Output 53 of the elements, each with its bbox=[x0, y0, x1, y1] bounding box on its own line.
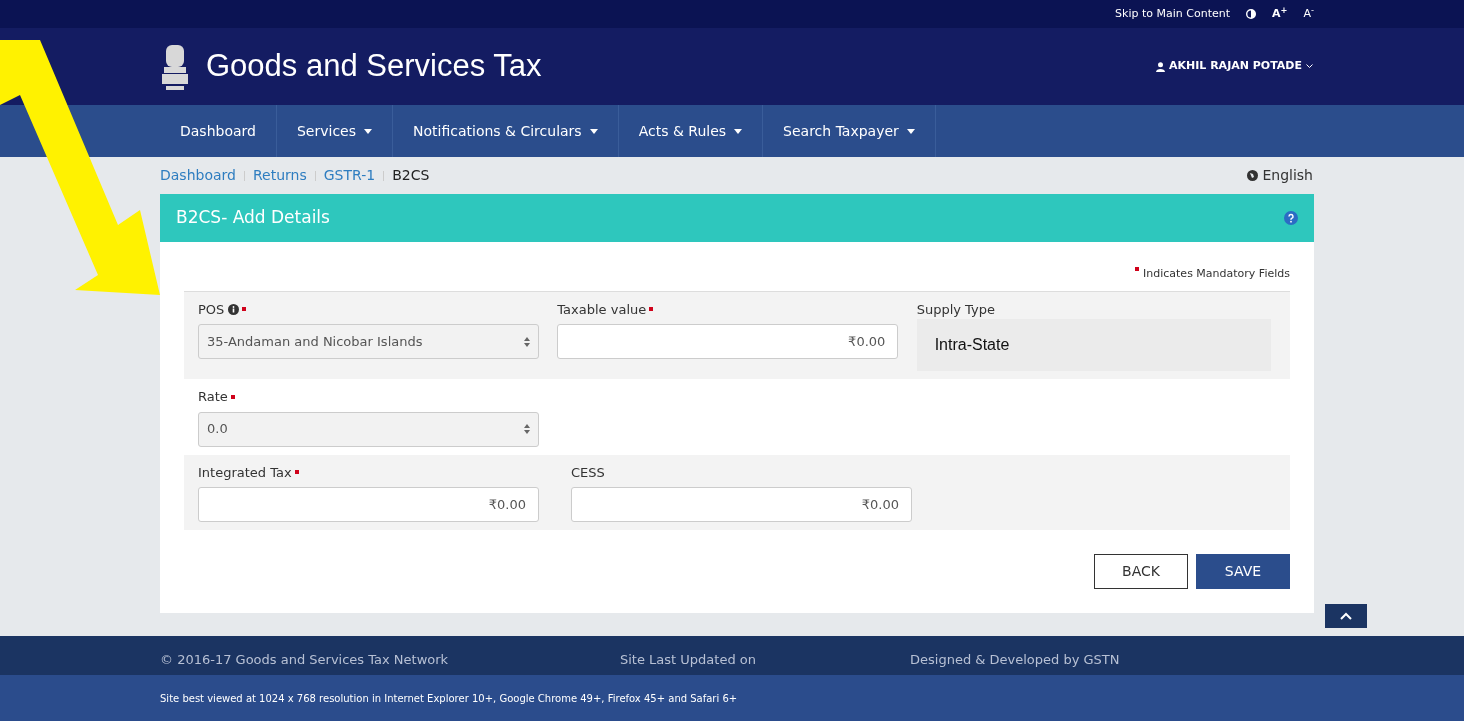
info-icon[interactable] bbox=[228, 303, 240, 315]
updown-icon bbox=[524, 336, 530, 347]
caret-icon bbox=[589, 128, 598, 134]
user-icon bbox=[1155, 61, 1165, 72]
card-title: B2CS- Add Details bbox=[176, 206, 330, 230]
field-label: Supply Type bbox=[916, 300, 995, 319]
updown-icon bbox=[524, 424, 530, 434]
required-mark bbox=[649, 307, 654, 312]
field-label: Integrated Tax bbox=[198, 463, 292, 482]
mandatory-note: Indicates Mandatory Fields bbox=[1143, 266, 1290, 282]
required-mark bbox=[242, 307, 247, 312]
input-field[interactable]: ₹0.00 bbox=[571, 487, 912, 522]
breadcrumb-link[interactable]: Returns bbox=[252, 165, 307, 186]
required-mark bbox=[294, 470, 299, 475]
field-label: Taxable value bbox=[557, 300, 647, 319]
input-field[interactable]: ₹0.00 bbox=[557, 324, 899, 359]
scroll-top-button[interactable] bbox=[1325, 604, 1367, 628]
nav-item[interactable]: Notifications & Circulars bbox=[393, 105, 619, 157]
help-icon[interactable] bbox=[1284, 211, 1298, 225]
nav-item[interactable]: Acts & Rules bbox=[618, 105, 764, 157]
required-mark bbox=[230, 394, 235, 399]
back-button[interactable]: BACK bbox=[1094, 554, 1188, 589]
last-updated-text: Site Last Updated on bbox=[620, 650, 757, 669]
breadcrumb-link[interactable]: Dashboard bbox=[160, 165, 236, 186]
skip-link[interactable]: Skip to Main Content bbox=[1115, 5, 1231, 23]
caret-icon bbox=[906, 128, 915, 134]
copyright-text: © 2016-17 Goods and Services Tax Network bbox=[160, 650, 450, 669]
caret-icon bbox=[734, 128, 743, 134]
font-increase-link[interactable]: A$^{+}$ bbox=[1272, 5, 1288, 23]
input-field[interactable]: ₹0.00 bbox=[198, 487, 539, 522]
browser-note: Site best viewed at 1024 x 768 resolution in Internet Explorer 10+, Google Chrome 49+, Firefox 45+ and Safari 6+ bbox=[160, 692, 738, 704]
nav-item[interactable]: Search Taxpayer bbox=[763, 105, 936, 157]
caret-up-icon bbox=[1340, 612, 1352, 620]
caret-icon bbox=[364, 128, 372, 134]
readonly-field: Intra-State bbox=[916, 319, 1271, 371]
select-field[interactable]: 35-Andaman and Nicobar Islands bbox=[198, 324, 539, 359]
user-menu[interactable]: AKHIL RAJAN POTADE bbox=[1154, 57, 1314, 76]
site-title: Goods and Services Tax bbox=[206, 47, 542, 86]
font-decrease-link[interactable]: A$^{-}$ bbox=[1303, 5, 1314, 23]
globe-icon bbox=[1247, 170, 1259, 181]
breadcrumb-current: B2CS bbox=[392, 166, 430, 185]
language-selector[interactable]: English bbox=[1246, 164, 1314, 187]
chevron-down-icon bbox=[1306, 64, 1313, 69]
contrast-icon[interactable] bbox=[1246, 9, 1257, 19]
select-field[interactable]: 0.0 bbox=[198, 411, 539, 447]
nav-item[interactable]: Dashboard bbox=[160, 105, 277, 157]
credits-text: Designed & Developed by GSTN bbox=[910, 650, 1120, 669]
save-button[interactable]: SAVE bbox=[1196, 554, 1290, 589]
field-label: Rate bbox=[198, 388, 228, 406]
field-label: CESS bbox=[571, 463, 605, 482]
breadcrumb-link[interactable]: GSTR-1 bbox=[323, 165, 376, 186]
nav-item[interactable]: Services bbox=[276, 105, 393, 157]
field-label: POS bbox=[198, 300, 225, 319]
